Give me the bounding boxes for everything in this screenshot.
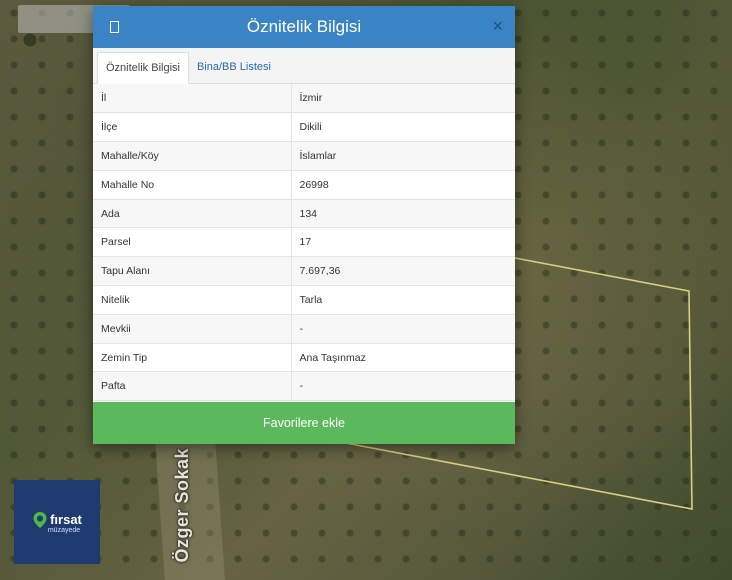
table-row: Mevkii - [93,314,515,344]
attribute-key: Mahalle No [93,170,292,200]
attribute-info-modal: Öznitelik Bilgisi × Öznitelik Bilgisi Bi… [93,6,515,444]
close-button[interactable]: × [492,16,503,36]
table-row: İl İzmir [93,84,515,114]
attribute-value: 26998 [291,170,515,200]
document-icon [110,21,119,33]
attribute-value: Ana Taşınmaz [291,343,515,373]
attribute-table: İl İzmir İlçe Dikili Mahalle/Köy İslamlar Maha… [93,84,515,402]
attribute-key: Tapu Alanı [93,256,292,287]
attribute-value: İslamlar [291,141,515,171]
firsat-logo: fırsat müzayede [14,480,100,564]
add-to-favorites-button[interactable]: Favorilere ekle [93,402,515,444]
attribute-key: Mevkii [93,314,292,344]
logo-name: fırsat [50,512,82,527]
attribute-key: Ada [93,199,292,229]
attribute-key: İl [93,84,292,114]
table-row: İlçe Dikili [93,112,515,143]
attribute-key: Pafta [93,371,292,402]
tab-attribute-info[interactable]: Öznitelik Bilgisi [97,52,189,84]
pin-logo-icon [33,511,47,528]
attribute-key: Parsel [93,227,292,258]
attribute-value: İzmir [291,84,515,114]
modal-tabs: Öznitelik Bilgisi Bina/BB Listesi [93,48,515,84]
table-row: Ada 134 [93,199,515,229]
table-row: Tapu Alanı 7.697,36 [93,256,515,287]
logo-subtitle: müzayede [47,526,81,534]
table-row: Zemin Tip Ana Taşınmaz [93,343,515,373]
attribute-key: Mahalle/Köy [93,141,292,171]
attribute-value: - [291,371,515,402]
tab-building-list[interactable]: Bina/BB Listesi [189,51,279,83]
attribute-key: İlçe [93,112,292,143]
attribute-value: Tarla [291,285,515,315]
attribute-key: Nitelik [93,285,292,315]
attribute-key: Zemin Tip [93,343,292,373]
attribute-value: 7.697,36 [291,256,515,287]
table-row: Mahalle No 26998 [93,170,515,200]
table-row: Parsel 17 [93,227,515,258]
attribute-value: 134 [291,199,515,229]
modal-header: Öznitelik Bilgisi × [93,6,515,48]
table-row: Nitelik Tarla [93,285,515,315]
table-row: Pafta - [93,371,515,402]
attribute-value: 17 [291,227,515,258]
attribute-value: Dikili [291,112,515,143]
modal-title: Öznitelik Bilgisi [246,17,362,36]
attribute-value: - [291,314,515,344]
table-row: Mahalle/Köy İslamlar [93,141,515,171]
